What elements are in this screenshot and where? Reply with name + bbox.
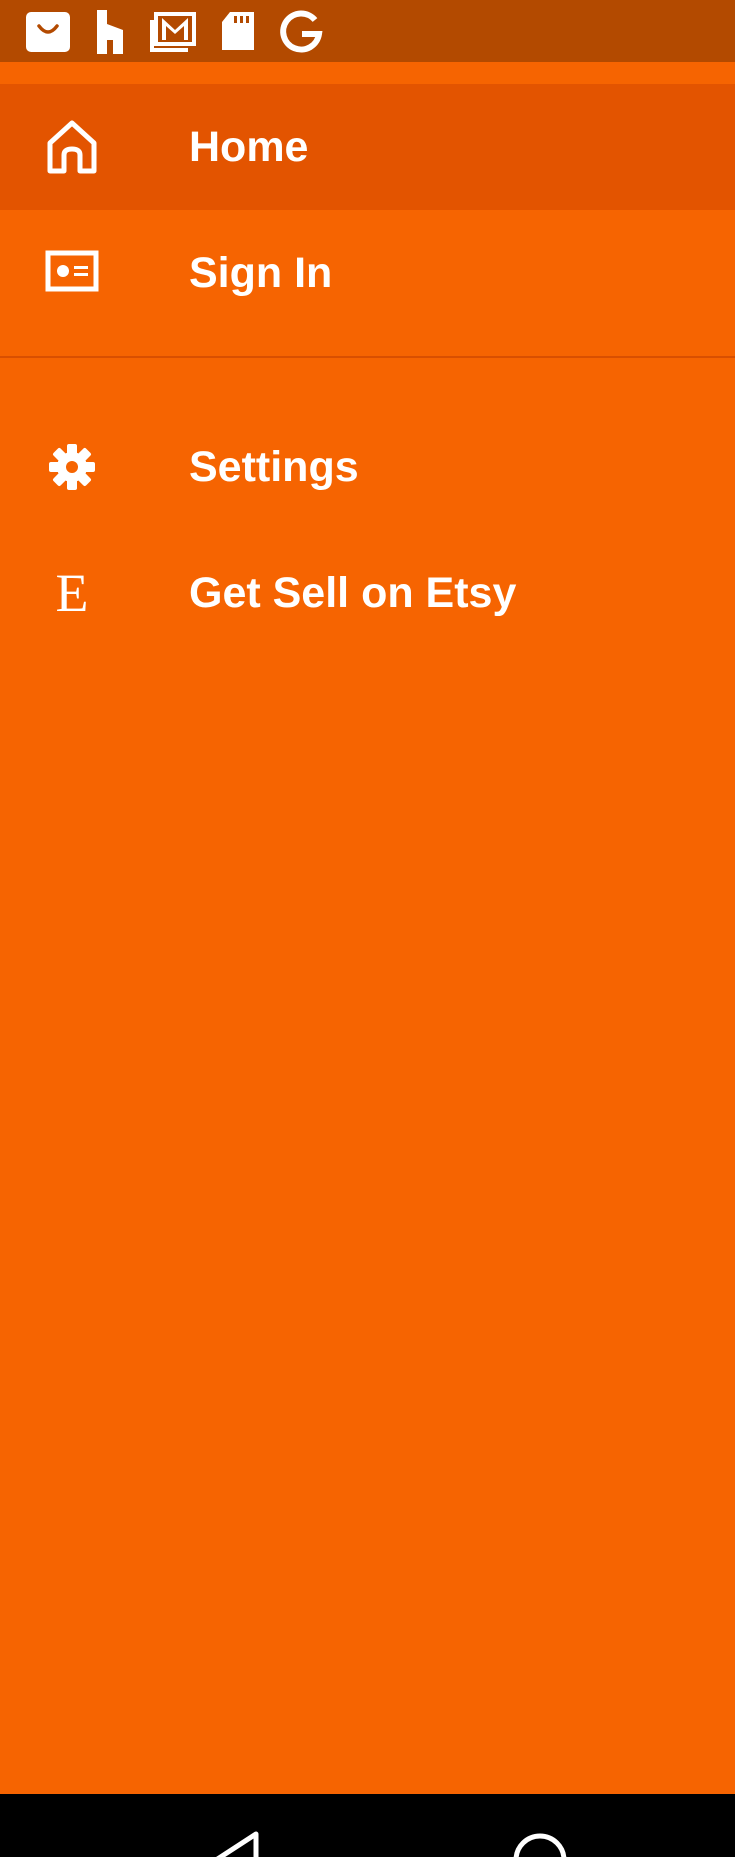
menu-item-settings[interactable]: Settings [0,404,735,530]
drawer-top-strip [0,62,735,84]
menu-item-home-label: Home [189,123,309,171]
google-icon [277,8,325,54]
menu-item-settings-label: Settings [189,443,359,491]
menu-item-sell-on-etsy-label: Get Sell on Etsy [189,569,517,617]
navigation-drawer: Home Sign In Settings E Get Sell on Etsy [0,62,735,656]
home-circle-icon[interactable] [510,1830,570,1857]
gear-icon [44,439,100,495]
menu-item-sign-in-label: Sign In [189,249,333,297]
houzz-icon [93,8,141,54]
shopping-bag-icon [24,8,72,54]
menu-item-sign-in[interactable]: Sign In [0,210,735,336]
status-bar [0,0,735,62]
id-card-icon [44,245,100,301]
sd-card-icon [214,8,262,54]
gmail-icon [150,8,198,54]
home-icon [44,119,100,175]
menu-item-sell-on-etsy[interactable]: E Get Sell on Etsy [0,530,735,656]
back-icon[interactable] [206,1830,266,1857]
menu-item-home[interactable]: Home [0,84,735,210]
system-nav-bar [0,1794,735,1857]
etsy-e-icon: E [55,563,89,623]
